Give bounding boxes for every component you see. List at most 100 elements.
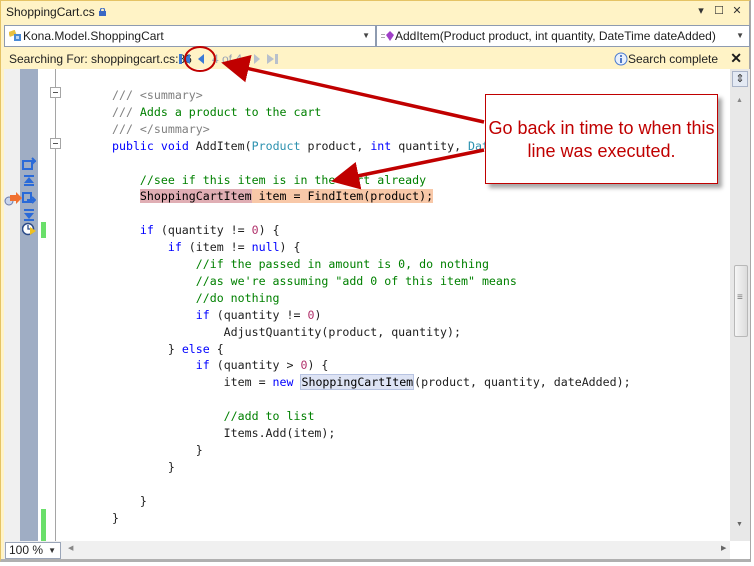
- code-line[interactable]: }: [112, 493, 147, 510]
- search-status: Search complete: [627, 52, 718, 66]
- vertical-scrollbar[interactable]: ⇕ ▲ ▼: [730, 69, 750, 541]
- code-line[interactable]: //as we're assuming "add 0 of this item"…: [112, 273, 517, 290]
- scroll-up-arrow-icon[interactable]: ▲: [736, 97, 743, 104]
- code-token: if: [195, 358, 210, 373]
- current-instruction-arrow-icon: [4, 192, 22, 206]
- code-token: null: [251, 240, 280, 255]
- last-result-icon[interactable]: [266, 53, 278, 65]
- horizontal-scrollbar[interactable]: 100 % ▼ ◀ ▶: [4, 541, 730, 559]
- code-line[interactable]: //do nothing: [112, 290, 280, 307]
- split-window-button[interactable]: ⇕: [732, 71, 748, 87]
- code-token: item = FindItem(product);: [251, 189, 434, 204]
- code-token: (item !=: [181, 240, 252, 255]
- code-token: product,: [300, 138, 371, 153]
- code-token: {: [209, 341, 224, 356]
- close-search-button[interactable]: ✕: [730, 50, 742, 67]
- annotation-callout: Go back in time to when this line was ex…: [485, 94, 718, 184]
- type-dropdown[interactable]: Kona.Model.ShoppingCart ▼: [4, 25, 376, 47]
- tab-title[interactable]: ShoppingCart.cs: [6, 5, 106, 19]
- close-button[interactable]: ✕: [731, 4, 743, 18]
- scrollbar-thumb[interactable]: [734, 265, 748, 337]
- return-to-caller-icon[interactable]: [22, 157, 36, 171]
- method-icon: [381, 31, 394, 41]
- info-icon: [614, 52, 628, 66]
- code-line[interactable]: AdjustQuantity(product, quantity);: [112, 324, 461, 341]
- lock-icon: [98, 8, 106, 16]
- scroll-down-arrow-icon[interactable]: ▼: [736, 521, 743, 528]
- step-back-icon[interactable]: [22, 174, 36, 188]
- maximize-button[interactable]: ☐: [713, 4, 725, 18]
- previous-result-icon[interactable]: [197, 53, 205, 65]
- chevron-down-icon: ▼: [362, 31, 370, 40]
- code-line[interactable]: if (item != null) {: [112, 239, 301, 256]
- editor-window: ShoppingCart.cs ▾ ☐ ✕ Kona.Model.Shoppin…: [0, 0, 751, 562]
- code-token: ShoppingCartItem: [139, 189, 252, 204]
- code-token: Adds a product to the cart: [139, 104, 322, 119]
- code-token: ): [314, 307, 322, 322]
- window-menu-dropdown-button[interactable]: ▾: [695, 4, 707, 18]
- code-line[interactable]: //add to list: [112, 408, 315, 425]
- code-token: ) {: [279, 240, 301, 255]
- code-line[interactable]: /// <summary>: [112, 87, 203, 104]
- chevron-down-icon: ▼: [736, 31, 744, 40]
- historical-search-bar: Searching For: shoppingcart.cs:86 4 of 4…: [1, 49, 750, 69]
- code-line[interactable]: if (quantity != 0): [112, 307, 322, 324]
- code-token: }: [112, 442, 203, 457]
- code-token: item =: [112, 375, 273, 390]
- collapse-toggle[interactable]: [50, 138, 61, 149]
- code-token: if: [139, 223, 154, 238]
- code-token: ///: [112, 104, 140, 119]
- code-token: ) {: [258, 223, 280, 238]
- navigation-bar: Kona.Model.ShoppingCart ▼ AddItem(Produc…: [4, 25, 750, 47]
- step-over-icon[interactable]: [22, 191, 36, 205]
- code-line[interactable]: ShoppingCartItem item = FindItem(product…: [112, 188, 434, 205]
- collapse-toggle[interactable]: [50, 87, 61, 98]
- code-line[interactable]: //if the passed in amount is 0, do nothi…: [112, 256, 489, 273]
- code-token: }: [112, 459, 175, 474]
- document-tab[interactable]: ShoppingCart.cs ▾ ☐ ✕: [1, 1, 749, 23]
- zoom-dropdown[interactable]: 100 % ▼: [5, 542, 61, 559]
- code-token: public: [112, 138, 154, 153]
- code-line[interactable]: }: [112, 510, 119, 527]
- code-token: //if the passed in amount is 0, do nothi…: [112, 257, 489, 271]
- code-token: int: [370, 138, 392, 153]
- search-label: Searching For: shoppingcart.cs:86: [9, 52, 192, 66]
- step-forward-icon[interactable]: [22, 208, 36, 222]
- change-tracking-margin: [38, 69, 46, 541]
- code-token: }: [112, 493, 147, 508]
- navigation-margin: [20, 69, 38, 541]
- scroll-right-arrow-icon[interactable]: ▶: [721, 544, 726, 552]
- code-line[interactable]: /// Adds a product to the cart: [112, 104, 321, 121]
- next-result-icon[interactable]: [253, 53, 261, 65]
- code-token: if: [167, 240, 182, 255]
- code-token: (quantity !=: [209, 307, 308, 322]
- code-token: void: [160, 138, 189, 153]
- code-line[interactable]: item = new ShoppingCartItem(product, qua…: [112, 374, 631, 391]
- code-line[interactable]: } else {: [112, 341, 224, 358]
- code-line[interactable]: if (quantity > 0) {: [112, 357, 329, 374]
- code-token: (quantity !=: [153, 223, 252, 238]
- code-line[interactable]: /// </summary>: [112, 121, 210, 138]
- result-position: 4 of 4: [212, 52, 243, 66]
- type-dropdown-value: Kona.Model.ShoppingCart: [23, 29, 164, 43]
- member-dropdown-value: AddItem(Product product, int quantity, D…: [395, 29, 716, 43]
- code-line[interactable]: }: [112, 459, 175, 476]
- code-line[interactable]: Items.Add(item);: [112, 425, 336, 442]
- code-token: /// <summary>: [112, 88, 203, 102]
- scroll-left-arrow-icon[interactable]: ◀: [68, 544, 73, 552]
- code-token: }: [112, 341, 182, 356]
- go-to-live-mode-icon[interactable]: [22, 222, 36, 236]
- code-line[interactable]: if (quantity != 0) {: [112, 222, 280, 239]
- first-result-icon[interactable]: [179, 53, 191, 65]
- code-line[interactable]: //see if this item is in the cart alread…: [112, 172, 426, 189]
- code-token: else: [181, 341, 210, 356]
- code-token: quantity,: [391, 138, 469, 153]
- code-line[interactable]: }: [112, 442, 203, 459]
- member-dropdown[interactable]: AddItem(Product product, int quantity, D…: [376, 25, 750, 47]
- code-token: Product: [251, 138, 301, 153]
